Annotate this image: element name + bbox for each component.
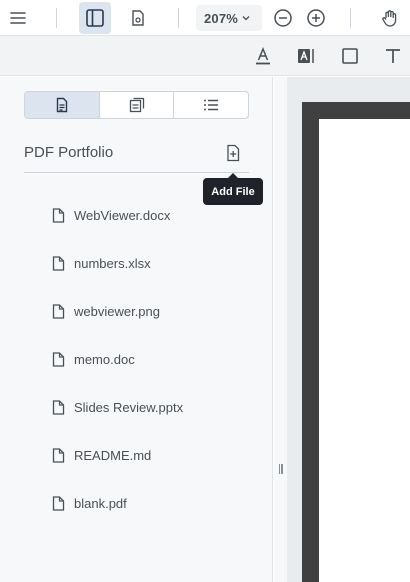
- text-underline-tool-button[interactable]: [250, 43, 276, 69]
- portfolio-file-item[interactable]: Slides Review.pptx: [52, 383, 262, 431]
- left-panel-tabs: [24, 91, 249, 119]
- menu-icon: [10, 12, 26, 24]
- annotation-toolbar: [0, 36, 410, 76]
- toolbar-divider: [178, 8, 179, 28]
- outline-tab[interactable]: [174, 92, 248, 118]
- resize-grip-icon: [278, 464, 283, 474]
- document-viewer[interactable]: [287, 77, 410, 582]
- portfolio-tab[interactable]: [100, 92, 175, 118]
- zoom-value: 207%: [204, 10, 239, 26]
- zoom-in-button[interactable]: [304, 6, 328, 30]
- rectangle-tool-icon: [342, 48, 358, 64]
- zoom-dropdown[interactable]: 207%: [196, 5, 262, 31]
- thumbnails-tab[interactable]: [25, 92, 100, 118]
- list-icon: [204, 99, 219, 111]
- document-page[interactable]: [319, 119, 410, 582]
- file-icon: [52, 351, 65, 367]
- portfolio-file-item[interactable]: numbers.xlsx: [52, 239, 262, 287]
- file-icon: [52, 255, 65, 271]
- free-text-tool-button[interactable]: [293, 43, 319, 69]
- file-name: README.md: [74, 447, 152, 463]
- portfolio-file-item[interactable]: WebViewer.docx: [52, 191, 262, 239]
- file-name: numbers.xlsx: [74, 255, 151, 271]
- zoom-dropdown-chevron-icon: [242, 16, 250, 21]
- portfolio-title: PDF Portfolio: [24, 144, 114, 161]
- text-underline-tool-icon: [256, 47, 270, 65]
- add-file-button[interactable]: [220, 140, 246, 166]
- menu-button[interactable]: [5, 5, 31, 31]
- free-text-tool-icon: [298, 49, 314, 63]
- file-icon: [52, 303, 65, 319]
- portfolio-icon: [129, 97, 144, 113]
- portfolio-file-item[interactable]: blank.pdf: [52, 479, 262, 527]
- rectangle-tool-button[interactable]: [337, 43, 363, 69]
- file-name: WebViewer.docx: [74, 207, 171, 223]
- file-name: memo.doc: [74, 351, 135, 367]
- left-panel: PDF Portfolio Add File WebViewer.docx nu…: [0, 77, 273, 582]
- document-icon: [56, 97, 68, 113]
- document-settings-button[interactable]: [125, 5, 151, 31]
- portfolio-file-item[interactable]: README.md: [52, 431, 262, 479]
- panel-resize-handle[interactable]: [274, 77, 287, 582]
- file-icon: [52, 207, 65, 223]
- portfolio-file-item[interactable]: webviewer.png: [52, 287, 262, 335]
- text-tool-button[interactable]: [380, 43, 406, 69]
- left-panel-toggle-icon: [86, 9, 104, 27]
- file-name: blank.pdf: [74, 495, 127, 511]
- text-tool-icon: [386, 49, 400, 63]
- toolbar-divider: [56, 8, 57, 28]
- toolbar-divider: [350, 8, 351, 28]
- file-icon: [52, 495, 65, 511]
- top-toolbar: 207%: [0, 0, 410, 36]
- pan-hand-icon: [382, 10, 397, 27]
- file-icon: [52, 399, 65, 415]
- file-name: Slides Review.pptx: [74, 399, 184, 415]
- zoom-in-icon: [307, 9, 325, 27]
- zoom-out-icon: [274, 9, 292, 27]
- file-name: webviewer.png: [74, 303, 160, 319]
- portfolio-file-list: WebViewer.docx numbers.xlsx webviewer.pn…: [52, 191, 262, 527]
- portfolio-divider: [24, 172, 249, 173]
- left-panel-toggle-button[interactable]: [79, 2, 111, 34]
- file-icon: [52, 447, 65, 463]
- portfolio-file-item[interactable]: memo.doc: [52, 335, 262, 383]
- add-file-icon: [227, 144, 240, 162]
- document-settings-icon: [132, 10, 144, 26]
- zoom-out-button[interactable]: [271, 6, 295, 30]
- pan-tool-button[interactable]: [377, 5, 403, 31]
